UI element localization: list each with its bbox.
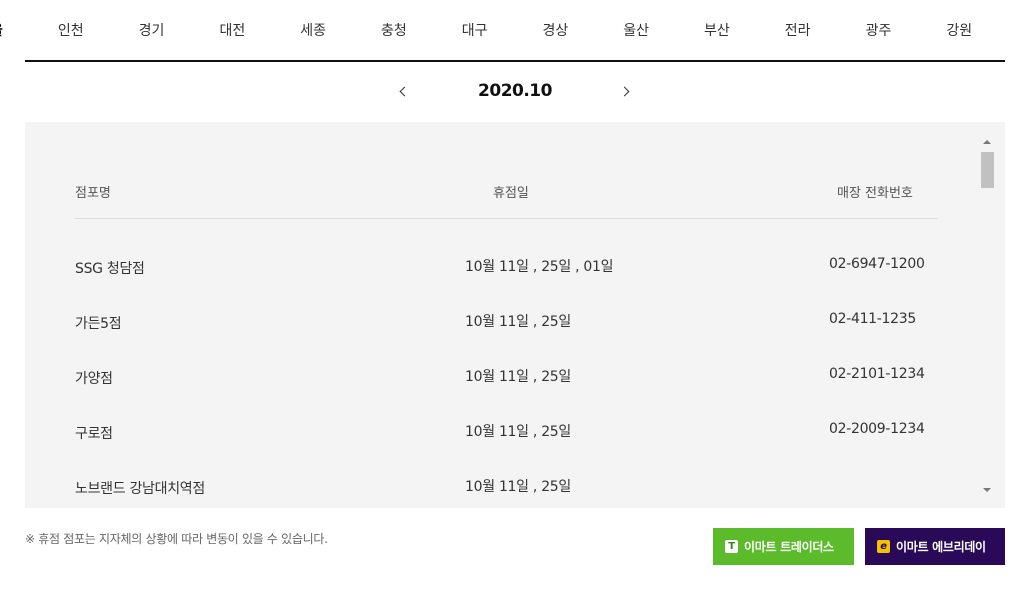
region-tab[interactable]: 전라 — [785, 20, 811, 40]
region-tab[interactable]: 인천 — [58, 20, 84, 40]
table-header: 점포명 휴점일 매장 전화번호 — [75, 182, 938, 219]
store-name-cell: SSG 청담점 — [75, 261, 145, 277]
closed-days-cell: 10월 11일 , 25일 — [465, 424, 571, 440]
scroll-down-arrow-icon[interactable] — [983, 488, 991, 492]
region-tab[interactable]: 광주 — [866, 20, 892, 40]
region-tab[interactable]: 경기 — [139, 20, 165, 40]
table-row: 노브랜드 강남대치역점 10월 11일 , 25일 — [75, 462, 938, 508]
next-month-button[interactable] — [616, 80, 636, 102]
store-name-cell: 가든5점 — [75, 316, 122, 332]
traders-logo-icon: T — [725, 540, 738, 553]
everyday-logo-icon: e — [877, 540, 890, 553]
region-tab[interactable]: 서울 — [0, 20, 3, 40]
region-tab[interactable]: 부산 — [704, 20, 730, 40]
emart-everyday-button[interactable]: e 이마트 에브리데이 — [865, 528, 1005, 565]
chevron-left-icon — [399, 86, 410, 96]
everyday-button-label: 이마트 에브리데이 — [896, 540, 986, 554]
closed-days-cell: 10월 11일 , 25일 , 01일 — [465, 259, 614, 275]
header-phone: 매장 전화번호 — [837, 186, 913, 201]
region-tab[interactable]: 세종 — [300, 20, 326, 40]
current-month: 2020.10 — [478, 81, 552, 101]
scroll-thumb[interactable] — [981, 152, 994, 188]
table-scrollbar[interactable] — [979, 136, 995, 496]
region-tab-list: 서울인천경기대전세종충청대구경상울산부산전라광주강원제주 — [0, 20, 1005, 40]
chevron-right-icon — [619, 86, 630, 96]
prev-month-button[interactable] — [393, 80, 413, 102]
traders-button-label: 이마트 트레이더스 — [744, 540, 834, 554]
closed-days-cell: 10월 11일 , 25일 — [465, 479, 571, 495]
region-tab[interactable]: 충청 — [381, 20, 407, 40]
region-tab[interactable]: 강원 — [946, 20, 972, 40]
store-closing-table: 점포명 휴점일 매장 전화번호 SSG 청담점 10월 11일 , 25일 , 0… — [25, 122, 1005, 508]
scroll-up-arrow-icon[interactable] — [983, 140, 991, 144]
phone-cell: 02-6947-1200 — [829, 256, 925, 272]
region-tab[interactable]: 경상 — [543, 20, 569, 40]
region-tab[interactable]: 대구 — [462, 20, 488, 40]
closing-notice: ※ 휴점 점포는 지자체의 상황에 따라 변동이 있을 수 있습니다. — [25, 532, 328, 546]
store-name-cell: 노브랜드 강남대치역점 — [75, 481, 205, 497]
table-row: 가양점 10월 11일 , 25일 02-2101-1234 — [75, 352, 938, 407]
table-row: SSG 청담점 10월 11일 , 25일 , 01일 02-6947-1200 — [75, 242, 938, 297]
region-tab[interactable]: 울산 — [623, 20, 649, 40]
closed-days-cell: 10월 11일 , 25일 — [465, 314, 571, 330]
phone-cell: 02-2101-1234 — [829, 366, 925, 382]
store-name-cell: 구로점 — [75, 426, 113, 442]
header-closed-days: 휴점일 — [493, 186, 529, 201]
table-body: SSG 청담점 10월 11일 , 25일 , 01일 02-6947-1200 가든… — [75, 242, 938, 508]
region-tab[interactable]: 대전 — [219, 20, 245, 40]
closed-days-cell: 10월 11일 , 25일 — [465, 369, 571, 385]
month-navigator: 2020.10 — [0, 78, 1011, 104]
table-row: 구로점 10월 11일 , 25일 02-2009-1234 — [75, 407, 938, 462]
phone-cell: 02-2009-1234 — [829, 421, 925, 437]
header-store-name: 점포명 — [75, 186, 111, 201]
table-row: 가든5점 10월 11일 , 25일 02-411-1235 — [75, 297, 938, 352]
emart-traders-button[interactable]: T 이마트 트레이더스 — [713, 528, 854, 565]
region-tabs: 서울인천경기대전세종충청대구경상울산부산전라광주강원제주 — [0, 0, 1005, 62]
store-name-cell: 가양점 — [75, 371, 113, 387]
phone-cell: 02-411-1235 — [829, 311, 916, 327]
